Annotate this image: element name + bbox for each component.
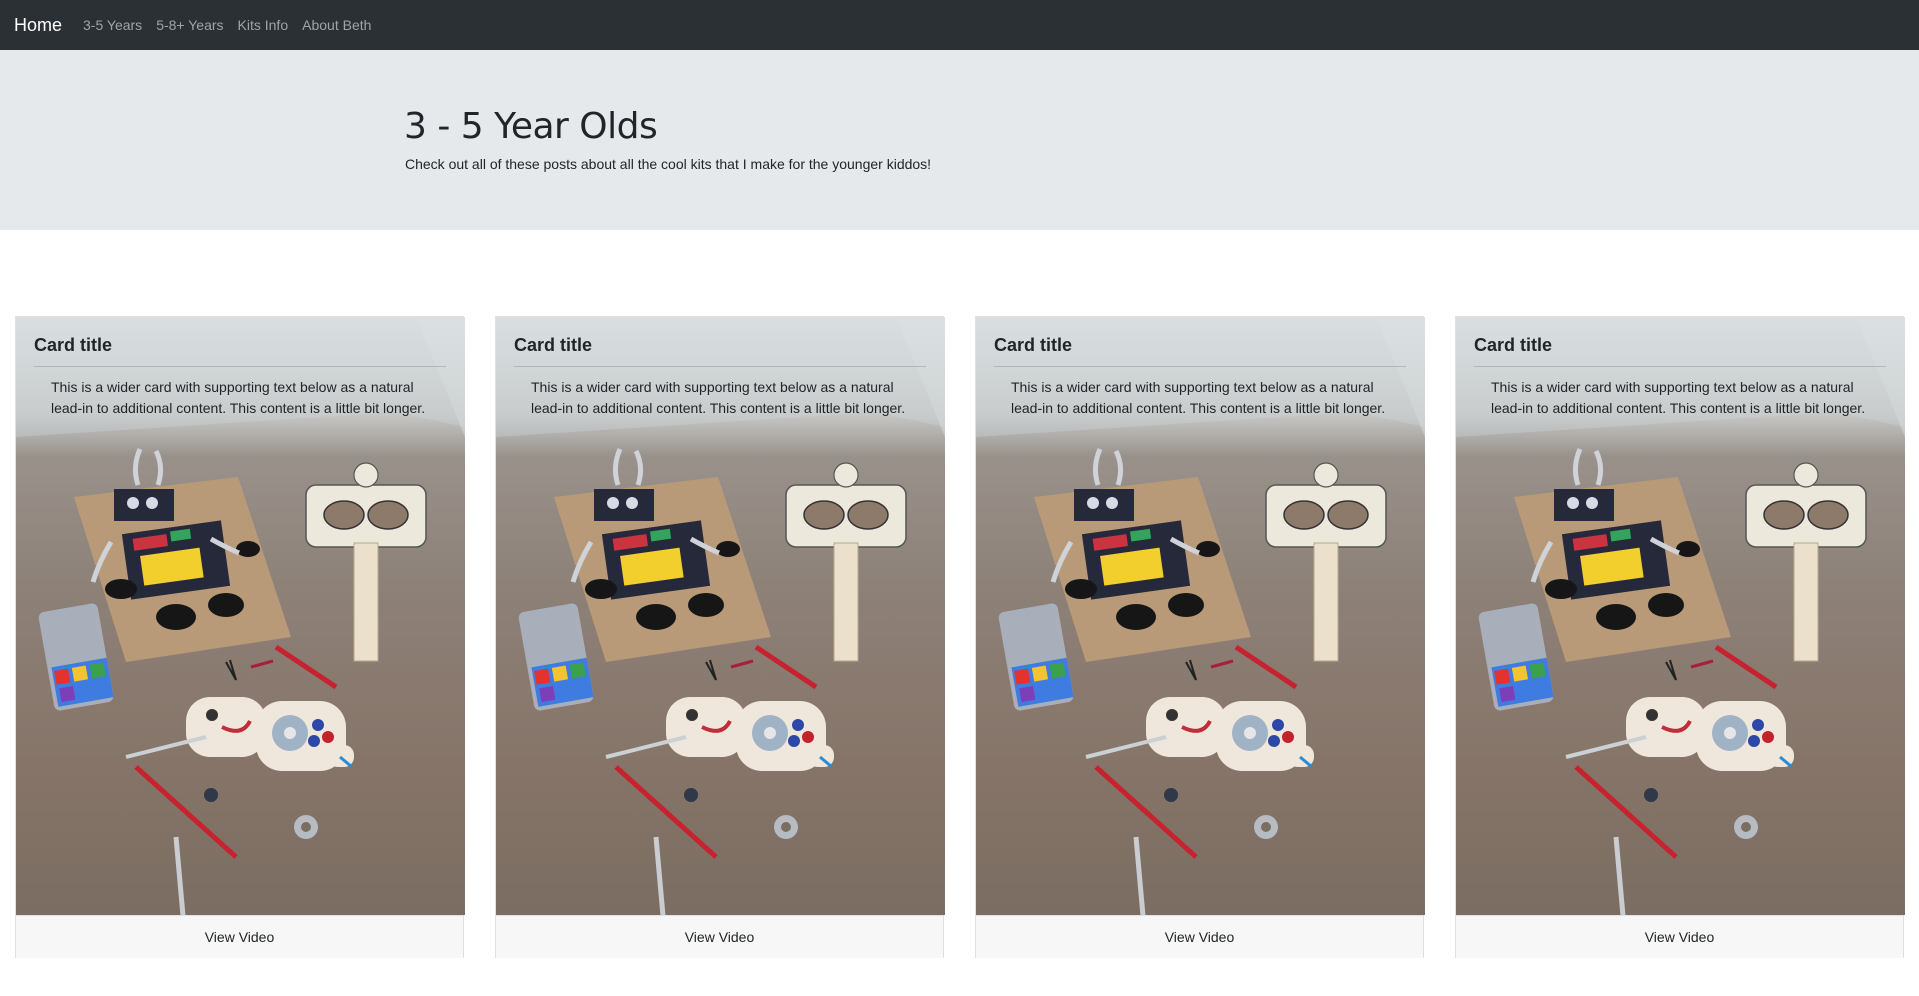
nav-brand-home[interactable]: Home [14,0,62,50]
hero-jumbotron: 3 - 5 Year Olds Check out all of these p… [0,50,1919,230]
view-video-button[interactable]: View Video [976,915,1423,958]
post-card: Card title This is a wider card with sup… [15,316,465,958]
card-divider [1474,366,1886,367]
post-card: Card title This is a wider card with sup… [975,316,1425,958]
robot-kit-photo: Card title This is a wider card with sup… [16,317,465,915]
card-text: This is a wider card with supporting tex… [1011,379,1386,416]
nav-link-kits-info[interactable]: Kits Info [238,0,289,50]
card-title: Card title [1474,335,1553,355]
view-video-button[interactable]: View Video [496,915,943,958]
robot-kit-photo: Card title This is a wider card with sup… [496,317,945,915]
card-divider [34,366,446,367]
post-card: Card title This is a wider card with sup… [1455,316,1905,958]
card-title: Card title [514,335,593,355]
page-title: 3 - 5 Year Olds [404,106,658,147]
nav-link-about-beth[interactable]: About Beth [302,0,371,50]
robot-kit-photo: Card title This is a wider card with sup… [976,317,1425,915]
card-title: Card title [994,335,1073,355]
card-title: Card title [34,335,113,355]
card-divider [514,366,926,367]
nav-link-3-5-years[interactable]: 3-5 Years [83,0,142,50]
page-subtitle: Check out all of these posts about all t… [405,156,932,172]
top-navbar: Home 3-5 Years 5-8+ Years Kits Info Abou… [0,0,1919,50]
nav-link-5-8-years[interactable]: 5-8+ Years [156,0,223,50]
post-card: Card title This is a wider card with sup… [495,316,945,958]
card-text: This is a wider card with supporting tex… [531,379,906,416]
robot-kit-photo: Card title This is a wider card with sup… [1456,317,1905,915]
view-video-button[interactable]: View Video [1456,915,1903,958]
card-text: This is a wider card with supporting tex… [51,379,426,416]
card-text: This is a wider card with supporting tex… [1491,379,1866,416]
view-video-button[interactable]: View Video [16,915,463,958]
card-divider [994,366,1406,367]
